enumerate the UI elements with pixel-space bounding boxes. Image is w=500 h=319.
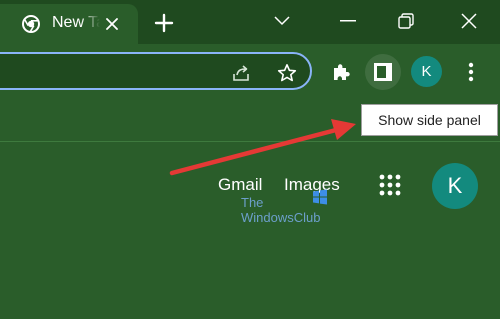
toolbar: K (0, 44, 500, 100)
watermark: The WindowsClub (241, 195, 320, 225)
side-panel-tooltip: Show side panel (361, 104, 498, 136)
restore-button[interactable] (392, 8, 420, 34)
google-account-avatar[interactable]: K (432, 163, 478, 209)
profile-avatar-button[interactable]: K (411, 56, 442, 87)
tab-search-button[interactable] (268, 8, 296, 34)
watermark-line2: WindowsClub (241, 210, 321, 225)
close-icon[interactable] (103, 15, 121, 33)
chevron-down-icon (274, 16, 290, 26)
minimize-icon (340, 20, 356, 22)
watermark-line1: The (241, 195, 264, 210)
new-tab-button[interactable] (153, 12, 175, 34)
chrome-icon (22, 15, 40, 33)
apps-grid-icon (379, 174, 401, 196)
watermark-logo-icon (312, 189, 328, 205)
gmail-link[interactable]: Gmail (218, 175, 262, 195)
close-icon (461, 13, 477, 29)
tab-title: New Tab (52, 14, 100, 31)
plus-icon (154, 13, 174, 33)
chrome-menu-button[interactable] (457, 58, 485, 86)
toolbar-divider (0, 141, 500, 142)
star-icon[interactable] (276, 62, 298, 84)
tab-strip: New Tab (0, 0, 500, 44)
side-panel-button[interactable] (365, 54, 401, 90)
share-icon[interactable] (230, 62, 252, 84)
window-close-button[interactable] (455, 8, 483, 34)
address-bar[interactable] (0, 52, 312, 90)
extensions-button[interactable] (327, 58, 355, 86)
side-panel-icon (374, 63, 392, 81)
restore-icon (398, 13, 414, 29)
puzzle-icon (334, 64, 350, 80)
tab-new-tab[interactable]: New Tab (0, 4, 138, 44)
google-apps-button[interactable] (375, 170, 405, 200)
minimize-button[interactable] (334, 8, 362, 34)
more-vert-icon (468, 62, 474, 82)
